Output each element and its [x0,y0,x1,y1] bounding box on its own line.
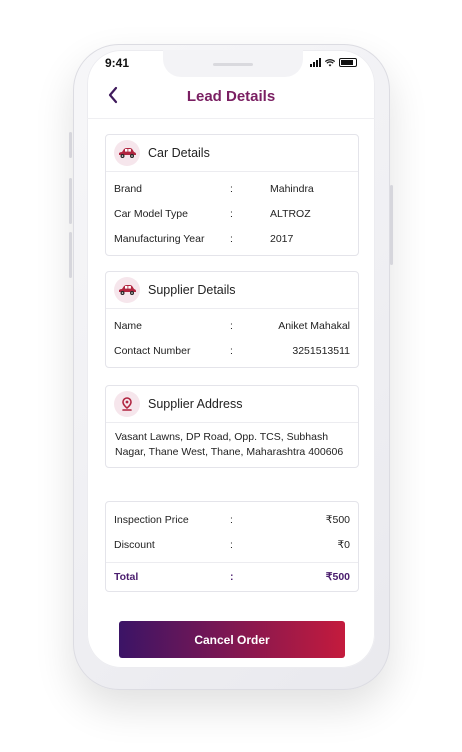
row-separator: : [230,232,233,245]
row-label: Contact Number [114,344,191,357]
volume-down-button [69,232,72,278]
row-label: Manufacturing Year [114,232,205,245]
wifi-icon [325,59,335,67]
status-icons [310,58,357,67]
pricing-card: Inspection Price : ₹500 Discount : ₹0 To… [105,501,359,592]
row-separator: : [230,344,233,357]
row-label: Name [114,319,143,332]
card-header: Supplier Address [106,386,358,423]
total-row: Total : ₹500 [106,562,358,591]
detail-row: Car Model Type : ALTROZ [106,201,358,226]
row-value: Aniket Mahakal [278,319,350,332]
battery-icon [339,58,357,67]
status-time: 9:41 [105,56,130,70]
card-title: Supplier Details [148,283,236,297]
speaker-grille [213,63,253,66]
card-title: Supplier Address [148,397,243,411]
location-pin-icon [114,391,140,417]
detail-row: Brand : Mahindra [106,176,358,201]
car-icon [114,140,140,166]
signal-icon [310,58,321,67]
card-header: Supplier Details [106,272,358,309]
car-icon [114,277,140,303]
row-value: ALTROZ [270,207,311,220]
row-separator: : [230,513,233,526]
car-details-card: Car Details Brand : Mahindra Car Model T… [105,134,359,256]
row-value: ₹500 [325,513,350,526]
row-separator: : [230,182,233,195]
card-title: Car Details [148,146,210,160]
row-separator: : [230,319,233,332]
detail-row: Name : Aniket Mahakal [106,313,358,338]
mute-switch [69,132,72,158]
power-button [390,185,393,265]
row-value: Mahindra [270,182,314,195]
row-separator: : [230,538,233,551]
supplier-details-card: Supplier Details Name : Aniket Mahakal C… [105,271,359,368]
total-value: ₹500 [325,571,350,583]
row-label: Discount [114,538,155,551]
row-separator: : [230,207,233,220]
detail-row: Contact Number : 3251513511 [106,338,358,363]
address-text: Vasant Lawns, DP Road, Opp. TCS, Subhash… [115,431,344,458]
volume-up-button [69,178,72,224]
price-row: Inspection Price : ₹500 [106,507,358,532]
row-separator: : [230,571,234,583]
page-title: Lead Details [186,88,276,105]
row-label: Brand [114,182,143,195]
price-row: Discount : ₹0 [106,532,358,557]
row-label: Inspection Price [114,513,189,526]
cancel-order-button[interactable]: Cancel Order [119,621,345,658]
supplier-address-card: Supplier Address Vasant Lawns, DP Road, … [105,385,359,468]
row-value: ₹0 [337,538,350,551]
phone-screen: 9:41 Lead Details Car Details Brand: Ma… [87,50,375,668]
app-header: Lead Details [87,80,375,119]
row-value: 3251513511 [292,344,350,357]
total-label: Total [114,571,139,583]
notch [163,50,303,77]
detail-row: Manufacturing Year : 2017 [106,226,358,251]
row-value: 2017 [270,232,294,245]
row-label: Car Model Type [114,207,188,220]
card-header: Car Details [106,135,358,172]
